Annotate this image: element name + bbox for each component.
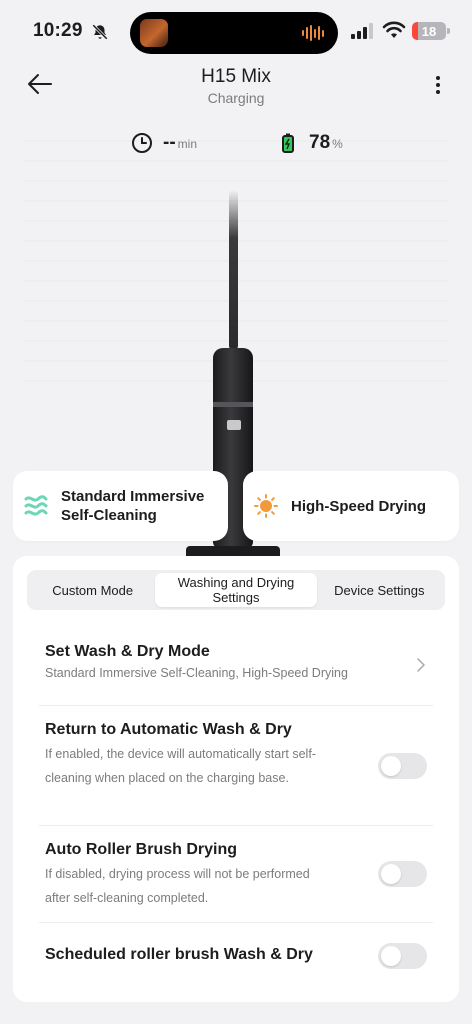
now-playing-artwork xyxy=(140,19,168,47)
mode-card-drying[interactable]: High-Speed Drying xyxy=(243,471,459,541)
auto-roller-drying-toggle[interactable] xyxy=(378,861,427,887)
vacuum-handle xyxy=(229,190,238,350)
row-title: Auto Roller Brush Drying xyxy=(45,841,238,858)
status-time: 10:29 xyxy=(33,20,83,41)
battery-unit: % xyxy=(332,137,343,151)
settings-tabs: Custom Mode Washing and Drying Settings … xyxy=(27,570,445,610)
device-battery: 78 % xyxy=(277,132,343,154)
battery-icon: 18 xyxy=(412,22,446,40)
audio-waveform-icon xyxy=(302,25,324,41)
status-bar: 10:29 18 xyxy=(0,0,472,62)
auto-return-toggle[interactable] xyxy=(378,753,427,779)
vacuum-window xyxy=(227,420,241,430)
mode-card-self-cleaning[interactable]: Standard Immersive Self-Cleaning xyxy=(13,471,228,541)
auto-roller-drying-row: Auto Roller Brush Drying If disabled, dr… xyxy=(45,841,335,910)
row-description: If enabled, the device will automaticall… xyxy=(45,747,316,785)
remaining-time: -- min xyxy=(131,132,197,154)
set-wash-dry-mode-row[interactable]: Set Wash & Dry Mode Standard Immersive S… xyxy=(45,643,434,685)
vacuum-band xyxy=(213,402,253,407)
row-title: Set Wash & Dry Mode xyxy=(45,643,210,660)
clock-icon xyxy=(132,133,152,153)
battery-value: 78 xyxy=(309,132,331,153)
bell-slash-icon xyxy=(92,24,108,40)
vacuum-base xyxy=(186,546,280,556)
dynamic-island[interactable] xyxy=(130,12,338,54)
divider xyxy=(39,825,433,826)
row-description: If disabled, drying process will not be … xyxy=(45,867,310,905)
battery-percent: 18 xyxy=(421,23,437,39)
scheduled-wash-dry-row: Scheduled roller brush Wash & Dry xyxy=(45,946,434,964)
toggle-knob xyxy=(381,946,401,966)
row-title: Return to Automatic Wash & Dry xyxy=(45,721,292,738)
page-title: H15 Mix xyxy=(201,66,271,87)
tab-device-settings[interactable]: Device Settings xyxy=(317,573,442,607)
divider xyxy=(39,922,433,923)
time-value: -- xyxy=(163,132,176,153)
auto-return-row: Return to Automatic Wash & Dry If enable… xyxy=(45,721,345,790)
tab-washing-drying-settings[interactable]: Washing and Drying Settings xyxy=(155,573,317,607)
wifi-icon xyxy=(382,21,406,38)
chevron-right-icon[interactable] xyxy=(416,658,426,672)
toggle-knob xyxy=(381,756,401,776)
battery-nub xyxy=(447,28,450,34)
row-title: Scheduled roller brush Wash & Dry xyxy=(45,946,313,963)
signal-bars-icon xyxy=(351,23,373,39)
tab-custom-mode[interactable]: Custom Mode xyxy=(30,573,155,607)
time-unit: min xyxy=(177,137,197,151)
device-status: Charging xyxy=(207,90,265,106)
battery-charging-icon xyxy=(282,133,294,153)
mode-label: High-Speed Drying xyxy=(291,497,427,515)
toggle-knob xyxy=(381,864,401,884)
scheduled-wash-dry-toggle[interactable] xyxy=(378,943,427,969)
mode-label: Standard Immersive Self-Cleaning xyxy=(61,488,205,524)
row-value: Standard Immersive Self-Cleaning, High-S… xyxy=(45,666,348,680)
wave-icon xyxy=(24,495,48,516)
more-vertical-icon[interactable] xyxy=(432,74,444,96)
divider xyxy=(39,705,433,706)
sun-icon xyxy=(254,494,278,518)
